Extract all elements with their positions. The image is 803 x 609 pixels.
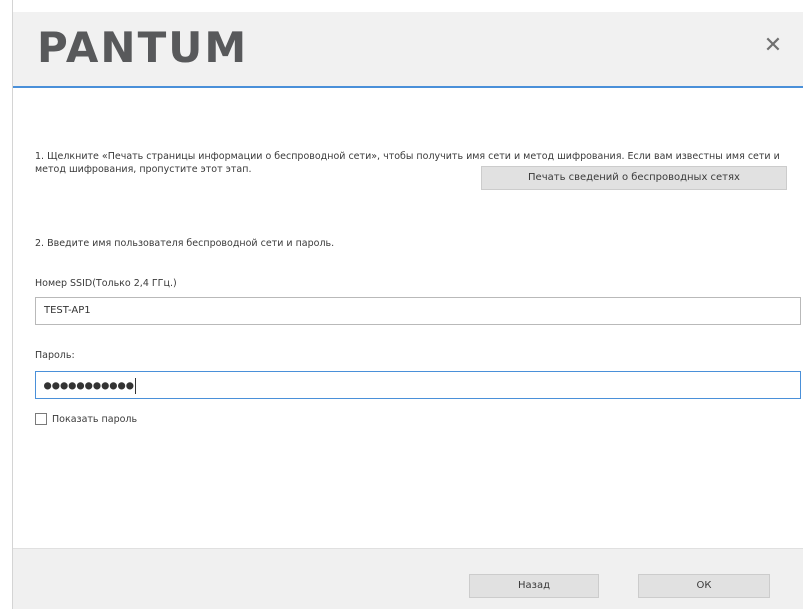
text-caret: [135, 377, 137, 394]
ssid-label: Номер SSID(Только 2,4 ГГц.): [35, 278, 177, 289]
window-left-border: [0, 0, 13, 609]
close-icon[interactable]: ✕: [761, 34, 785, 58]
footer-bar: Назад ОК: [13, 548, 803, 609]
ok-button[interactable]: ОК: [638, 574, 770, 598]
step2-instructions: 2. Введите имя пользователя беспроводной…: [35, 238, 335, 249]
password-value: ●●●●●●●●●●●: [44, 378, 135, 392]
setup-window: PANTUM ✕ 1. Щелкните «Печать страницы ин…: [0, 0, 803, 609]
print-wireless-info-button[interactable]: Печать сведений о беспроводных сетях: [481, 166, 787, 190]
back-button[interactable]: Назад: [469, 574, 599, 598]
pantum-logo: PANTUM: [37, 23, 249, 72]
show-password-toggle[interactable]: Показать пароль: [35, 413, 137, 425]
ssid-input[interactable]: TEST-AP1: [35, 297, 801, 325]
show-password-label: Показать пароль: [52, 413, 138, 425]
show-password-checkbox[interactable]: [35, 413, 47, 425]
password-input[interactable]: ●●●●●●●●●●●: [35, 371, 801, 399]
header-bar: PANTUM ✕: [13, 12, 803, 88]
password-label: Пароль:: [35, 350, 75, 361]
main-content: 1. Щелкните «Печать страницы информации …: [13, 88, 803, 548]
